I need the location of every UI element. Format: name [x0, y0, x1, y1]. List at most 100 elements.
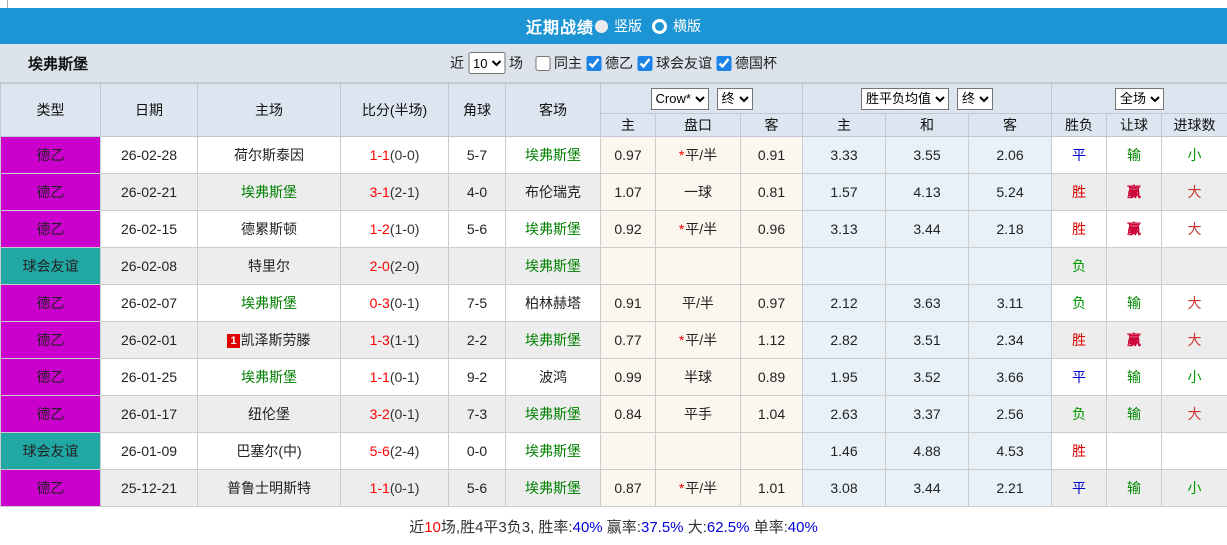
corner-cell [448, 247, 506, 285]
handicap-result-cell: 输 [1106, 469, 1162, 507]
handicap-result-cell: 输 [1106, 358, 1162, 396]
match-row: 德乙 25-12-21 普鲁士明斯特 1-1(0-1) 5-6 埃弗斯堡 0.87 *平/半 1… [0, 469, 1227, 507]
home-odds-cell: 0.92 [600, 210, 656, 248]
checkbox-club-friendly[interactable] [637, 55, 652, 71]
home-odds-cell [600, 432, 656, 470]
avg-home-cell: 1.57 [802, 173, 886, 211]
avg-home-cell: 3.13 [802, 210, 886, 248]
scope-select[interactable]: 全场 [1115, 87, 1164, 110]
col-header-score: 比分(半场) [340, 83, 449, 137]
score-cell: 1-1(0-1) [340, 469, 449, 507]
summary-part: 场,胜4平3负3, 胜率: [440, 519, 573, 536]
match-row: 德乙 26-02-01 1 凯泽斯劳滕 1-3(1-1) 2-2 埃弗斯堡 0.77 *平/半 1… [0, 321, 1227, 359]
avg-type-select[interactable]: 胜平负均值 [861, 87, 949, 110]
title-bar: 近期战绩 竖版 横版 [0, 8, 1227, 44]
top-margin-tick [7, 0, 8, 8]
match-row: 德乙 26-02-07 埃弗斯堡 0-3(0-1) 7-5 柏林赫塔 0.91 平/半 0.97… [0, 284, 1227, 322]
avg-home-cell: 3.08 [802, 469, 886, 507]
handicap-result-cell: 赢 [1106, 173, 1162, 211]
portrait-radio[interactable] [595, 19, 608, 33]
home-team-cell: 纽伦堡 [197, 395, 341, 433]
home-team-cell: 普鲁士明斯特 [197, 469, 341, 507]
goals-result-cell [1160, 247, 1227, 285]
checkbox-german-cup[interactable] [716, 55, 731, 71]
rank-badge: 1 [227, 334, 240, 348]
avg-draw-cell: 4.13 [885, 173, 969, 211]
games-label: 场 [509, 55, 523, 71]
away-team-cell: 埃弗斯堡 [505, 432, 601, 470]
home-team-cell: 德累斯顿 [197, 210, 341, 248]
date-cell: 25-12-21 [100, 469, 198, 507]
top-margin [0, 0, 1227, 8]
landscape-radio[interactable] [652, 18, 667, 34]
away-odds-cell: 1.01 [740, 469, 803, 507]
odds-company-select[interactable]: Crow* [650, 87, 709, 110]
goals-result-cell: 大 [1160, 284, 1227, 322]
page-title: 近期战绩 [525, 20, 594, 37]
corner-cell: 0-0 [448, 432, 506, 470]
handicap-cell: *平/半 [655, 136, 741, 174]
checkbox-club-friendly-label[interactable]: 球会友谊 [656, 53, 712, 73]
odds-time-select[interactable]: 终 [716, 87, 753, 110]
away-odds-cell: 0.89 [740, 358, 803, 396]
result-cell: 平 [1051, 358, 1107, 396]
handicap-result-cell [1106, 247, 1162, 285]
away-odds-cell: 1.12 [740, 321, 803, 359]
corner-cell: 5-6 [448, 469, 506, 507]
type-cell: 德乙 [0, 358, 101, 396]
home-odds-cell: 0.91 [600, 284, 656, 322]
goals-result-cell: 小 [1160, 469, 1227, 507]
result-cell: 负 [1051, 247, 1107, 285]
avg-time-select[interactable]: 终 [957, 87, 993, 110]
away-odds-cell: 0.91 [740, 136, 803, 174]
results-table: 类型 日期 主场 比分(半场) 角球 客场 Crow* 终 胜平负均值终 全场 主… [0, 83, 1227, 507]
sub-header-handicap: 盘口 [655, 113, 741, 137]
home-odds-cell [600, 247, 656, 285]
date-cell: 26-02-08 [100, 247, 198, 285]
home-team-cell: 1 凯泽斯劳滕 [197, 321, 341, 359]
col-header-type: 类型 [0, 83, 101, 137]
sub-header-goals: 进球数 [1160, 113, 1227, 137]
away-odds-cell [740, 432, 803, 470]
away-odds-cell [740, 247, 803, 285]
date-cell: 26-02-21 [100, 173, 198, 211]
match-row: 德乙 26-02-28 荷尔斯泰因 1-1(0-0) 5-7 埃弗斯堡 0.97 *平/半 0.… [0, 136, 1227, 174]
date-cell: 26-02-01 [100, 321, 198, 359]
checkbox-german-cup-label[interactable]: 德国杯 [735, 53, 777, 73]
away-odds-cell: 1.04 [740, 395, 803, 433]
home-team-cell: 特里尔 [197, 247, 341, 285]
summary-part: 大: [683, 519, 707, 536]
result-cell: 平 [1051, 136, 1107, 174]
goals-result-cell: 大 [1160, 173, 1227, 211]
avg-away-cell: 3.66 [968, 358, 1052, 396]
summary-line: 近10场,胜4平3负3, 胜率:40% 赢率:37.5% 大:62.5% 单率:… [0, 507, 1227, 537]
checkbox-league[interactable] [586, 55, 601, 71]
match-count-select[interactable]: 10 [468, 52, 505, 74]
home-team-cell: 埃弗斯堡 [197, 173, 341, 211]
date-cell: 26-02-07 [100, 284, 198, 322]
date-cell: 26-02-15 [100, 210, 198, 248]
summary-part: 单率: [749, 519, 788, 536]
type-cell: 球会友谊 [0, 432, 101, 470]
score-cell: 5-6(2-4) [340, 432, 449, 470]
goals-result-cell [1160, 432, 1227, 470]
summary-part: 10 [424, 519, 441, 536]
landscape-label[interactable]: 横版 [673, 16, 701, 36]
handicap-cell: 半球 [655, 358, 741, 396]
date-cell: 26-01-09 [100, 432, 198, 470]
avg-away-cell: 2.21 [968, 469, 1052, 507]
scope-select-cell: 全场 [1050, 83, 1227, 114]
score-cell: 2-0(2-0) [340, 247, 449, 285]
checkbox-league-label[interactable]: 德乙 [605, 53, 633, 73]
type-cell: 德乙 [0, 321, 101, 359]
checkbox-same-home[interactable] [535, 55, 550, 71]
sub-header-handicap-result: 让球 [1106, 113, 1162, 137]
avg-away-cell: 5.24 [968, 173, 1052, 211]
corner-cell: 7-3 [448, 395, 506, 433]
result-cell: 负 [1051, 395, 1107, 433]
handicap-cell [655, 432, 741, 470]
handicap-result-cell: 输 [1106, 284, 1162, 322]
checkbox-same-home-label[interactable]: 同主 [554, 53, 582, 73]
portrait-label[interactable]: 竖版 [614, 16, 642, 36]
result-cell: 胜 [1051, 321, 1107, 359]
